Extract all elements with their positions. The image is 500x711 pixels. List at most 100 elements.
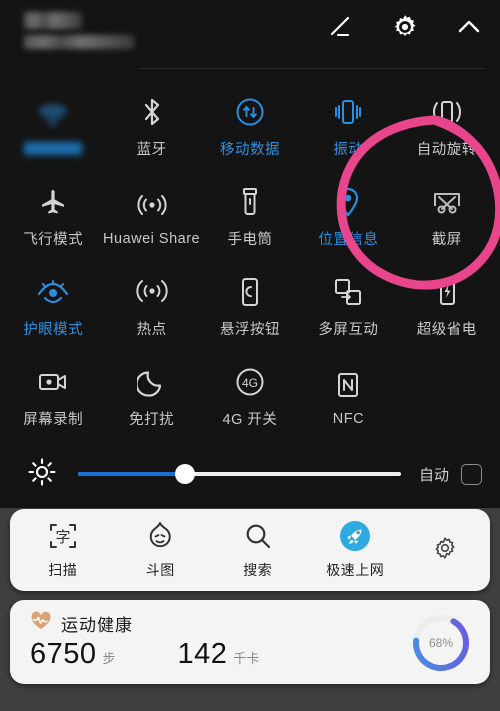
toggle-label: WLAN (24, 142, 83, 155)
calories-value: 142 (177, 638, 228, 670)
toggle-flashlight[interactable]: 手电筒 (201, 172, 299, 262)
shortcut-label: 斗图 (145, 562, 175, 578)
brightness-sun-icon (28, 457, 56, 491)
toggle-label: 悬浮按钮 (219, 322, 280, 338)
toggle-vibrate[interactable]: 振动 (299, 82, 397, 172)
toggle-huawei-share[interactable]: Huawei Share (102, 172, 200, 262)
toggle-auto-rotate[interactable]: 自动旋转 (398, 82, 496, 172)
mirror-share-icon (332, 275, 364, 309)
edit-icon[interactable] (324, 10, 358, 44)
shortcut-fast-internet[interactable]: 极速上网 (307, 520, 405, 580)
toggle-mobile-data[interactable]: 移动数据 (201, 82, 299, 172)
blurred-status-text (24, 12, 134, 49)
search-icon (243, 520, 273, 552)
heart-pulse-icon (30, 611, 52, 636)
toggle-label: Huawei Share (103, 230, 201, 247)
toggle-label: 手电筒 (227, 232, 273, 248)
shortcut-label: 极速上网 (326, 562, 385, 578)
toggle-label: NFC (332, 410, 365, 427)
health-ring-label: 68% (428, 636, 454, 650)
shortcut-search[interactable]: 搜索 (209, 520, 307, 580)
gear-icon[interactable] (388, 10, 422, 44)
brightness-slider-fill (78, 472, 185, 476)
auto-rotate-icon (429, 95, 465, 129)
toggle-screenshot[interactable]: 截屏 (398, 172, 496, 262)
health-stats: 6750 步 142 千卡 (30, 638, 472, 671)
svg-text:4G: 4G (242, 376, 258, 390)
rocket-icon (339, 520, 371, 552)
screenshot-icon (430, 185, 464, 219)
flashlight-icon (238, 185, 262, 219)
screen-record-icon (36, 365, 70, 399)
toggle-label: 护眼模式 (23, 322, 84, 338)
steps-unit: 步 (102, 651, 116, 666)
gear-icon (431, 534, 459, 567)
ultra-power-save-icon (435, 275, 459, 309)
toggle-do-not-disturb[interactable]: 免打扰 (102, 352, 200, 442)
blurred-date-line (24, 35, 134, 49)
toggle-label: 超级省电 (416, 322, 477, 338)
auto-brightness-checkbox[interactable] (461, 463, 482, 485)
location-pin-icon (335, 185, 361, 219)
quick-settings-screen: WLAN 蓝牙 移动数据 (0, 0, 500, 711)
toggle-mirror-share[interactable]: 多屏互动 (299, 262, 397, 352)
eye-comfort-icon (36, 275, 70, 309)
toggle-airplane-mode[interactable]: 飞行模式 (4, 172, 102, 262)
health-title: 运动健康 (61, 616, 133, 635)
toggle-label: 屏幕录制 (23, 412, 84, 428)
toggle-screen-record[interactable]: 屏幕录制 (4, 352, 102, 442)
svg-text:字: 字 (55, 528, 70, 546)
blurred-carrier-line (24, 12, 82, 29)
shortcuts-settings-button[interactable] (404, 534, 486, 567)
toggle-label: 多屏互动 (318, 322, 379, 338)
steps-value: 6750 (30, 638, 97, 670)
shortcuts-card: 字 扫描 斗图 搜索 极速上网 (10, 509, 490, 591)
shortcut-scan[interactable]: 字 扫描 (14, 520, 112, 580)
auto-brightness-label: 自动 (418, 466, 449, 484)
panel-header (0, 0, 500, 78)
toggle-wlan[interactable]: WLAN (4, 82, 102, 172)
huawei-share-icon (135, 188, 169, 222)
hotspot-icon (135, 275, 168, 309)
shortcut-label: 扫描 (48, 562, 78, 578)
toggle-nfc[interactable]: NFC (299, 352, 397, 442)
toggle-label: 移动数据 (219, 142, 280, 158)
brightness-row: 自动 (0, 446, 500, 502)
vibrate-icon (331, 95, 365, 129)
health-header: 运动健康 (30, 611, 472, 636)
toggle-ultra-power-save[interactable]: 超级省电 (398, 262, 496, 352)
toggle-bluetooth[interactable]: 蓝牙 (102, 82, 200, 172)
four-g-icon: 4G (234, 365, 266, 399)
toggle-label: 自动旋转 (416, 142, 477, 158)
brightness-slider-thumb[interactable] (174, 464, 195, 484)
toggle-floating-button[interactable]: 悬浮按钮 (201, 262, 299, 352)
scan-text-icon: 字 (48, 520, 78, 552)
calories-unit: 千卡 (233, 651, 260, 666)
header-divider (140, 68, 484, 69)
chevron-up-icon[interactable] (452, 10, 486, 44)
toggle-grid: WLAN 蓝牙 移动数据 (0, 78, 500, 442)
airplane-icon (38, 185, 68, 219)
bluetooth-icon (139, 95, 165, 129)
toggle-label: 4G 开关 (222, 412, 278, 428)
floating-button-icon (238, 275, 262, 309)
toggle-label: 蓝牙 (136, 142, 167, 158)
shortcut-label: 搜索 (243, 562, 273, 578)
mobile-data-icon (234, 95, 266, 129)
toggle-label: 振动 (333, 142, 364, 158)
health-progress-ring: 68% (410, 612, 472, 674)
quick-settings-panel: WLAN 蓝牙 移动数据 (0, 0, 500, 508)
nfc-icon (334, 368, 362, 402)
toggle-4g-switch[interactable]: 4G 4G 开关 (201, 352, 299, 442)
health-card[interactable]: 运动健康 6750 步 142 千卡 68% (10, 600, 490, 684)
toggle-label: 免打扰 (129, 412, 175, 428)
toggle-location[interactable]: 位置信息 (299, 172, 397, 262)
toggle-hotspot[interactable]: 热点 (102, 262, 200, 352)
header-actions (324, 10, 486, 44)
brightness-slider[interactable] (78, 464, 401, 484)
do-not-disturb-icon (136, 365, 167, 399)
toggle-eye-comfort[interactable]: 护眼模式 (4, 262, 102, 352)
toggle-label: 热点 (136, 322, 167, 338)
shortcut-meme[interactable]: 斗图 (112, 520, 210, 580)
toggle-label: 位置信息 (318, 232, 379, 248)
